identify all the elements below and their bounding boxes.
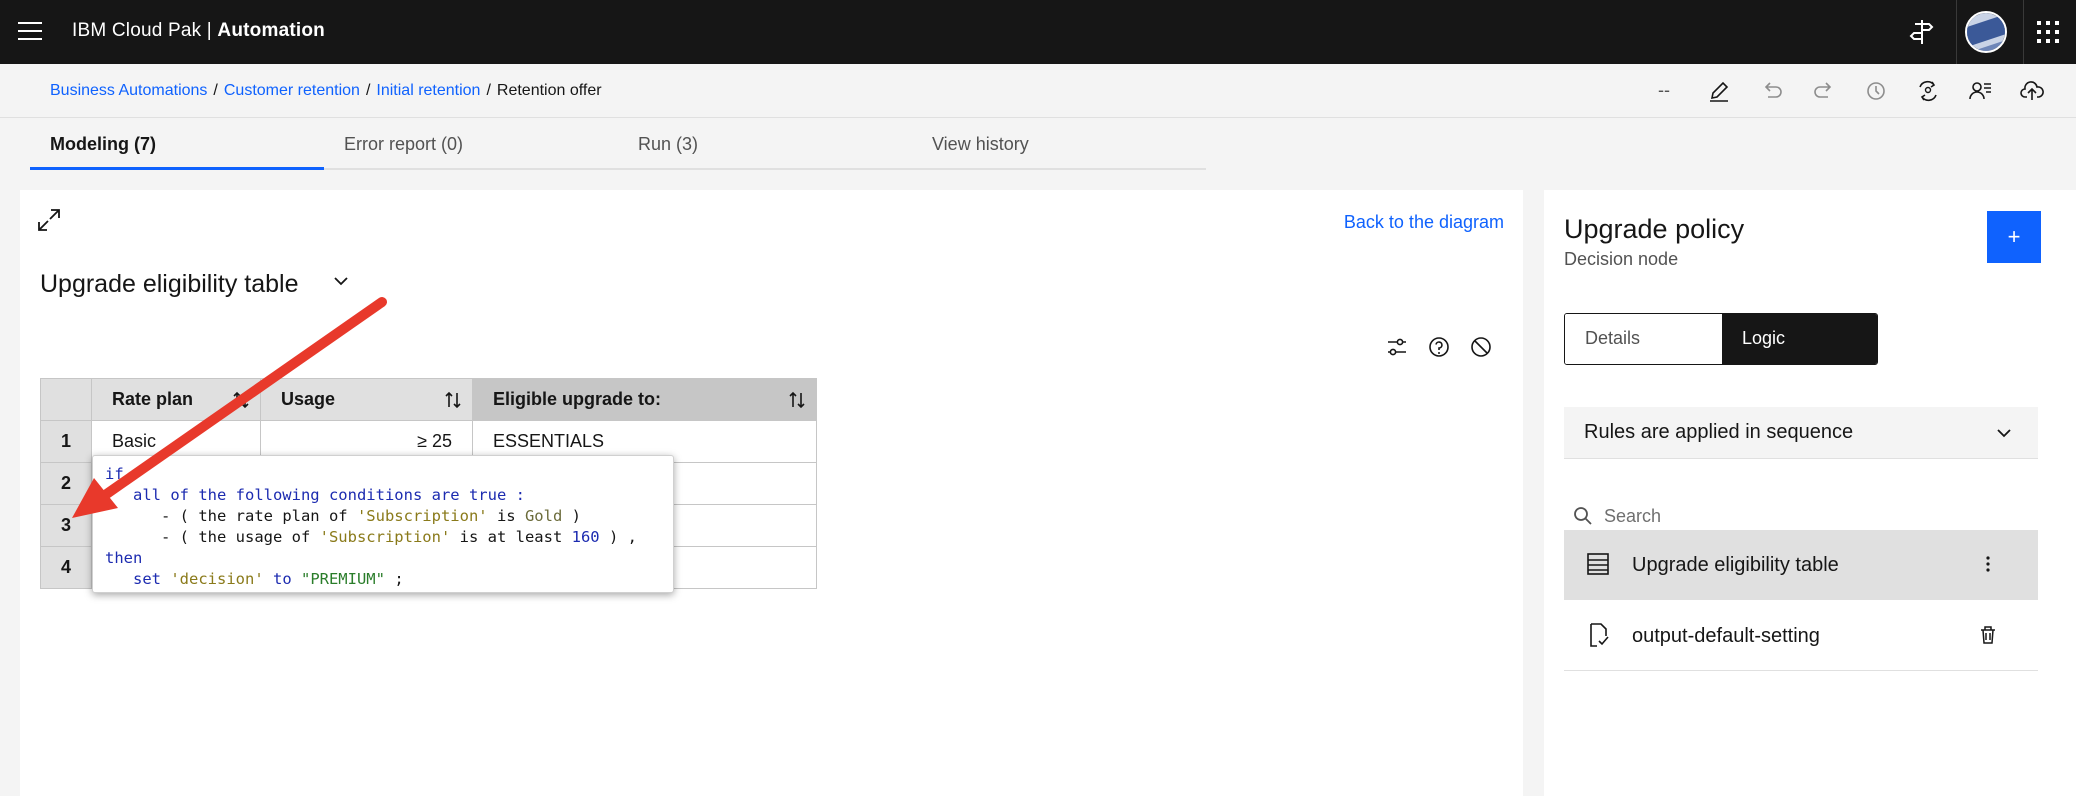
user-list-icon[interactable] bbox=[1967, 78, 1993, 104]
search-input[interactable]: Search bbox=[1604, 506, 1661, 527]
dash-indicator: -- bbox=[1658, 80, 1670, 100]
upload-cloud-icon[interactable] bbox=[2019, 78, 2045, 104]
column-header[interactable]: Rate plan bbox=[91, 378, 262, 421]
sort-icon[interactable] bbox=[786, 389, 808, 411]
details-logic-switch: Details Logic bbox=[1564, 313, 1878, 365]
tab-run[interactable]: Run (3) bbox=[618, 118, 912, 170]
breadcrumb-link[interactable]: Customer retention bbox=[224, 82, 360, 99]
redo-icon[interactable] bbox=[1811, 78, 1837, 104]
trash-icon[interactable] bbox=[1976, 623, 2000, 647]
help-icon[interactable] bbox=[1426, 334, 1452, 360]
edit-icon[interactable] bbox=[1706, 78, 1732, 104]
rule-label: output-default-setting bbox=[1632, 625, 1820, 647]
sort-icon[interactable] bbox=[442, 389, 464, 411]
node-type: Decision node bbox=[1564, 249, 1679, 269]
disable-icon[interactable] bbox=[1468, 334, 1494, 360]
segment-details[interactable]: Details bbox=[1565, 314, 1722, 364]
chevron-down-icon bbox=[1997, 429, 2011, 438]
app-switcher-icon[interactable] bbox=[2030, 14, 2066, 50]
signpost-icon[interactable] bbox=[1904, 14, 1940, 50]
rule-tooltip: if all of the following conditions are t… bbox=[92, 455, 674, 593]
row-index: 1 bbox=[39, 420, 93, 463]
rule-order-dropdown[interactable]: Rules are applied in sequence bbox=[1564, 407, 2038, 459]
breadcrumb: Business Automations / Customer retention /… bbox=[50, 82, 602, 99]
tab-view-history[interactable]: View history bbox=[912, 118, 1206, 170]
breadcrumb-link[interactable]: Business Automations bbox=[50, 82, 207, 99]
rule-doc-icon bbox=[1590, 623, 1609, 647]
node-title: Upgrade policy bbox=[1564, 214, 1745, 244]
node-properties-panel: Upgrade policy Decision node + Details L… bbox=[1544, 190, 2076, 796]
add-button[interactable]: + bbox=[1987, 211, 2041, 263]
row-index: 2 bbox=[39, 462, 93, 505]
rule-order-label: Rules are applied in sequence bbox=[1584, 421, 1854, 443]
back-to-diagram-link[interactable]: Back to the diagram bbox=[1344, 212, 1504, 233]
expand-icon[interactable] bbox=[36, 207, 62, 233]
breadcrumb-link[interactable]: Initial retention bbox=[376, 82, 480, 99]
undo-icon[interactable] bbox=[1759, 78, 1785, 104]
header-divider bbox=[1956, 0, 1957, 64]
row-index: 4 bbox=[39, 546, 93, 589]
sort-icon[interactable] bbox=[230, 389, 252, 411]
row-index: 3 bbox=[39, 504, 93, 547]
breadcrumb-current: Retention offer bbox=[496, 82, 602, 99]
segment-logic[interactable]: Logic bbox=[1722, 314, 1877, 364]
app-header: IBM Cloud Pak | Automation bbox=[0, 0, 2076, 64]
header-divider bbox=[2023, 0, 2024, 64]
tab-error-report[interactable]: Error report (0) bbox=[324, 118, 618, 170]
table-title: Upgrade eligibility table bbox=[40, 270, 299, 298]
table-header-row: Rate plan Usage Eligible upgrade to: bbox=[39, 378, 818, 421]
breadcrumb-bar: Business Automations / Customer retention /… bbox=[0, 64, 2076, 118]
rule-label: Upgrade eligibility table bbox=[1632, 554, 1839, 576]
tab-modeling[interactable]: Modeling (7) bbox=[30, 118, 324, 170]
history-icon[interactable] bbox=[1863, 78, 1889, 104]
settings-sliders-icon[interactable] bbox=[1384, 334, 1410, 360]
index-header bbox=[39, 378, 93, 421]
overflow-menu-icon[interactable] bbox=[1976, 552, 2000, 576]
table-icon bbox=[1587, 553, 1609, 575]
rule-item[interactable]: Upgrade eligibility table bbox=[1564, 530, 2038, 600]
user-avatar[interactable] bbox=[1965, 11, 2007, 53]
search-icon bbox=[1574, 507, 1592, 525]
column-header[interactable]: Usage bbox=[260, 378, 474, 421]
rule-item[interactable]: output-default-setting bbox=[1564, 601, 2038, 671]
product-name: IBM Cloud Pak | Automation bbox=[72, 20, 325, 41]
chevron-down-icon[interactable] bbox=[330, 270, 352, 292]
compare-icon[interactable] bbox=[1915, 78, 1941, 104]
column-header[interactable]: Eligible upgrade to: bbox=[472, 378, 818, 421]
menu-icon[interactable] bbox=[18, 22, 42, 42]
